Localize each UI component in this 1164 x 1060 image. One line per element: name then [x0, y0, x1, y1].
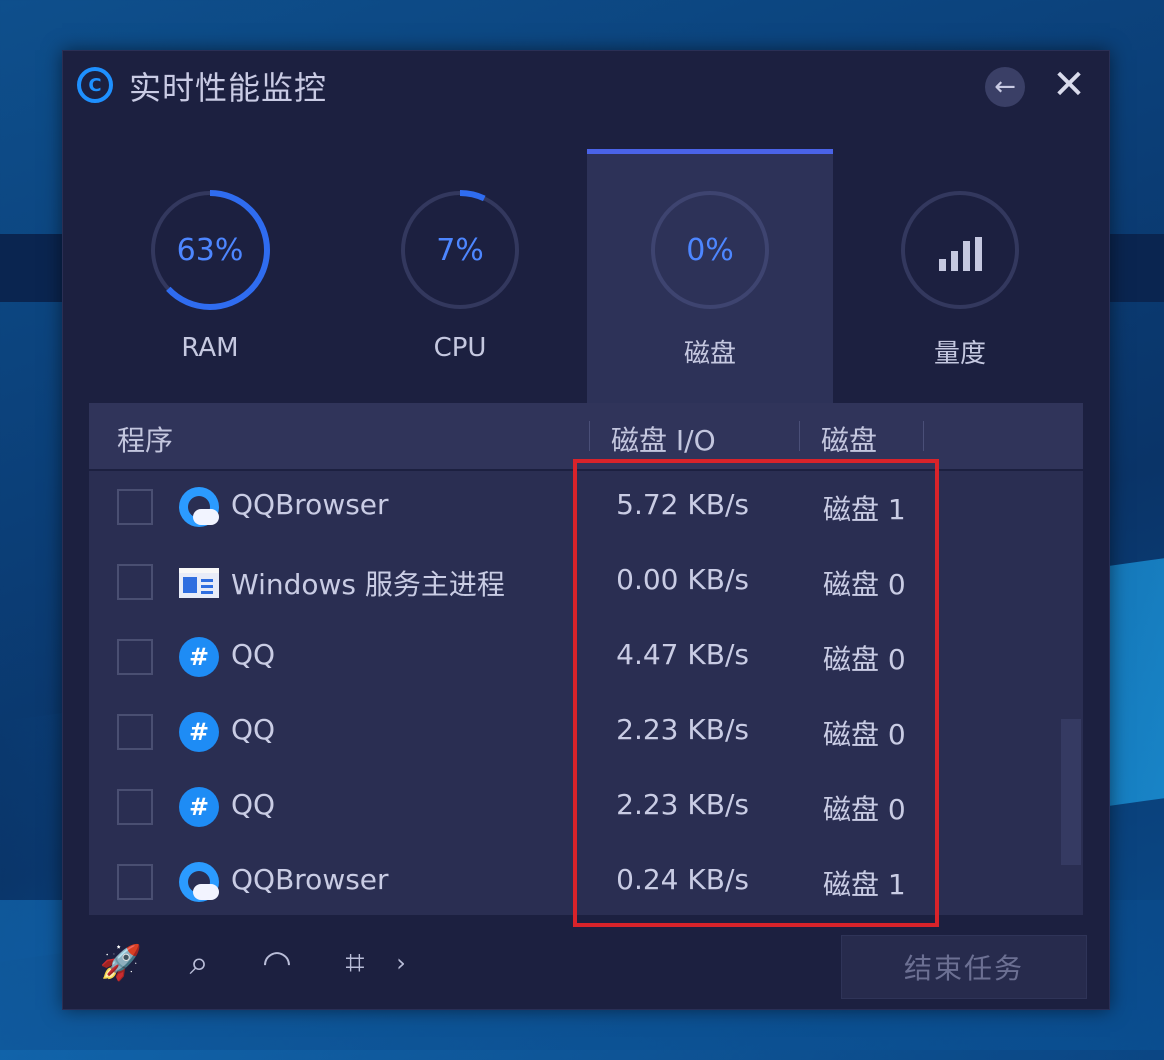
ram-value: 63%: [176, 232, 244, 268]
tab-cpu-label: CPU: [433, 333, 487, 363]
chevron-right-icon[interactable]: ›: [389, 941, 413, 985]
header-program[interactable]: 程序: [117, 419, 173, 459]
row-checkbox[interactable]: [117, 864, 153, 900]
back-button[interactable]: ←: [985, 67, 1025, 107]
process-name: QQ: [231, 638, 276, 671]
header-divider[interactable]: [589, 421, 590, 451]
close-icon: ✕: [1052, 62, 1086, 108]
window-title: 实时性能监控: [129, 69, 328, 107]
crop-icon[interactable]: ⌗: [333, 941, 377, 985]
row-checkbox[interactable]: [117, 564, 153, 600]
ram-gauge: 63%: [149, 189, 271, 311]
row-checkbox[interactable]: [117, 714, 153, 750]
qqbrowser-icon: [179, 487, 219, 527]
bar-chart-icon: [899, 189, 1021, 311]
close-button[interactable]: ✕: [1047, 62, 1091, 108]
copyright-circle-icon: C: [77, 67, 113, 103]
cpu-gauge: 7%: [399, 189, 521, 311]
end-task-button[interactable]: 结束任务: [841, 935, 1087, 999]
disk-gauge: 0%: [649, 189, 771, 311]
header-divider[interactable]: [923, 421, 924, 451]
process-name: QQBrowser: [231, 488, 389, 521]
title-bar: C 实时性能监控 ← ✕: [63, 51, 1109, 121]
process-name: Windows 服务主进程: [231, 568, 505, 601]
tab-ram-label: RAM: [181, 333, 239, 363]
process-name: QQBrowser: [231, 863, 389, 896]
tab-disk-label: 磁盘: [683, 339, 736, 369]
header-disk[interactable]: 磁盘: [821, 419, 877, 459]
row-checkbox[interactable]: [117, 639, 153, 675]
tab-metrics-label: 量度: [933, 339, 986, 369]
scrollbar-thumb[interactable]: [1061, 719, 1081, 865]
speedometer-icon[interactable]: ◠: [255, 941, 299, 985]
rocket-icon[interactable]: 🚀: [99, 941, 143, 985]
row-checkbox[interactable]: [117, 489, 153, 525]
metric-tabs: 63% RAM 7% CPU 0% 磁盘 量度: [63, 149, 1109, 403]
tab-metrics[interactable]: 量度: [837, 149, 1083, 403]
process-name: QQ: [231, 713, 276, 746]
performance-monitor-window: C 实时性能监控 ← ✕ 63% RAM 7% CPU 0% 磁盘 量度 程序 …: [62, 50, 1110, 1010]
arrow-left-icon: ←: [994, 72, 1016, 102]
windows-service-icon: [179, 568, 219, 598]
highlight-box: [573, 459, 939, 927]
tab-ram[interactable]: 63% RAM: [87, 149, 333, 403]
qq-icon: #: [179, 637, 219, 677]
tab-cpu[interactable]: 7% CPU: [337, 149, 583, 403]
qq-icon: #: [179, 787, 219, 827]
tab-disk[interactable]: 0% 磁盘: [587, 149, 833, 403]
disk-value: 0%: [686, 232, 734, 268]
header-divider[interactable]: [799, 421, 800, 451]
cpu-value: 7%: [436, 232, 484, 268]
process-name: QQ: [231, 788, 276, 821]
search-icon[interactable]: ⌕: [177, 941, 221, 985]
row-checkbox[interactable]: [117, 789, 153, 825]
metrics-gauge: [899, 189, 1021, 311]
qq-icon: #: [179, 712, 219, 752]
footer-toolbar: 🚀 ⌕ ◠ ⌗ › 结束任务: [63, 915, 1109, 1009]
header-disk-io[interactable]: 磁盘 I/O: [611, 419, 716, 459]
qqbrowser-icon: [179, 862, 219, 902]
